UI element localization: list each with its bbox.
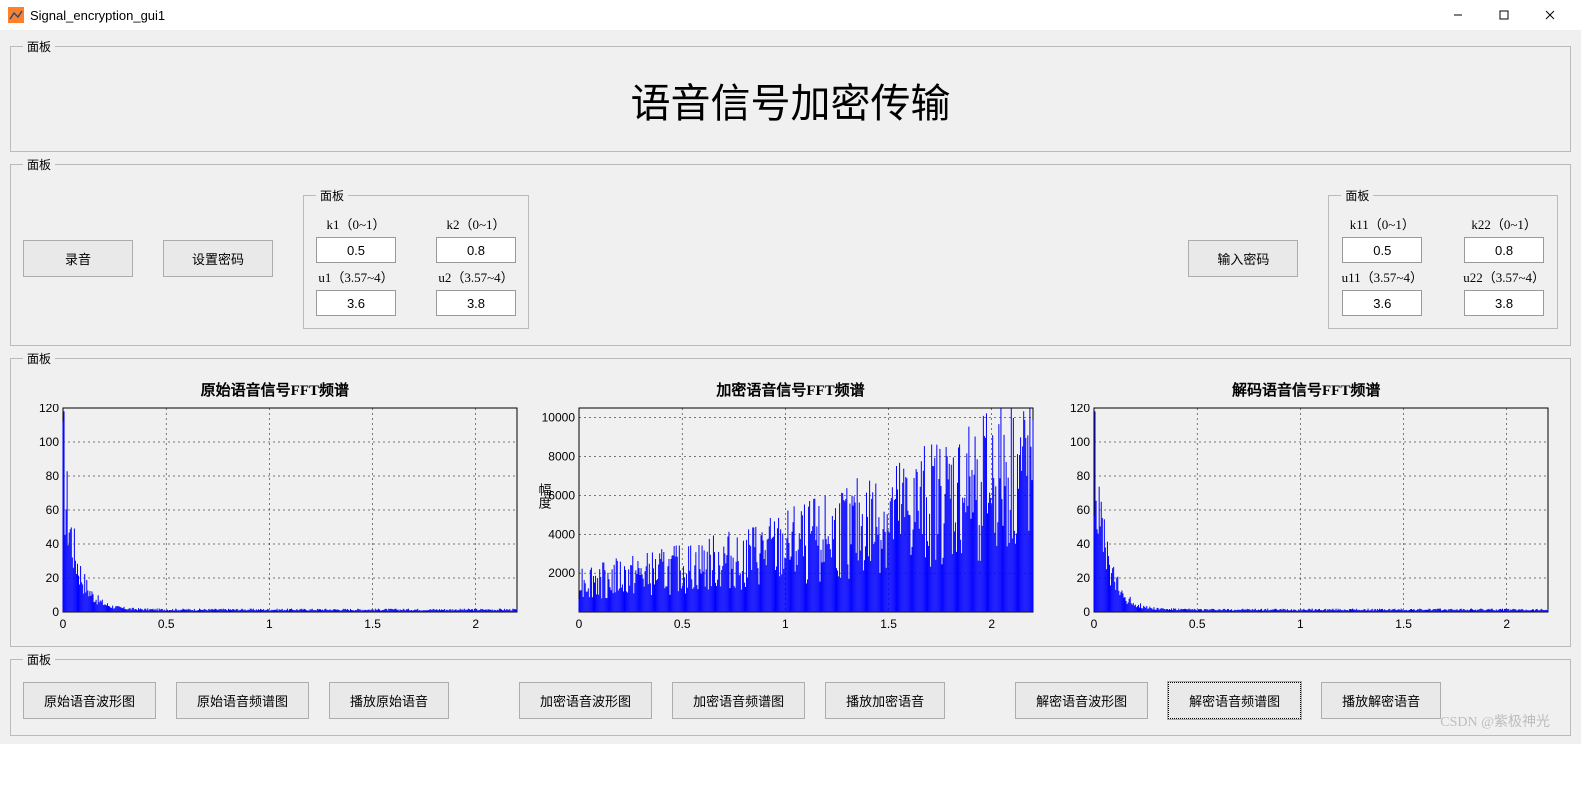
close-button[interactable]	[1527, 0, 1573, 30]
controls-panel: 面板 录音 设置密码 面板 k1（0~1） k2（0~1） u1（3.57~4）…	[10, 156, 1571, 346]
svg-text:1.5: 1.5	[880, 617, 897, 631]
svg-text:40: 40	[1077, 537, 1091, 551]
svg-text:0: 0	[52, 605, 59, 619]
chart-encrypted: 加密语音信号FFT频谱 幅度 00.511.522000400060008000…	[539, 379, 1043, 634]
chart-decoded: 解码语音信号FFT频谱 00.511.52020406080100120	[1054, 379, 1558, 634]
svg-text:80: 80	[46, 469, 60, 483]
svg-text:8000: 8000	[548, 450, 575, 464]
panel-legend: 面板	[23, 350, 55, 367]
chart1-title: 原始语音信号FFT频谱	[201, 379, 349, 400]
u11-input[interactable]	[1342, 290, 1422, 316]
u11-label: u11（3.57~4）	[1342, 267, 1423, 286]
enc-spectrum-button[interactable]: 加密语音频谱图	[672, 682, 805, 719]
svg-text:40: 40	[46, 537, 60, 551]
svg-text:0: 0	[575, 617, 582, 631]
record-button[interactable]: 录音	[23, 240, 133, 277]
svg-text:2: 2	[472, 617, 479, 631]
k1-label: k1（0~1）	[326, 214, 385, 233]
chart2-plot: 00.511.52200040006000800010000	[539, 404, 1039, 634]
k22-input[interactable]	[1464, 237, 1544, 263]
play-orig-button[interactable]: 播放原始语音	[329, 682, 449, 719]
title-panel: 面板 语音信号加密传输	[10, 38, 1571, 152]
buttons-panel: 面板 原始语音波形图 原始语音频谱图 播放原始语音 加密语音波形图 加密语音频谱…	[10, 651, 1571, 736]
k22-label: k22（0~1）	[1471, 214, 1537, 233]
u1-input[interactable]	[316, 290, 396, 316]
window-title: Signal_encryption_gui1	[30, 8, 1435, 23]
svg-text:0: 0	[1084, 605, 1091, 619]
svg-text:0.5: 0.5	[674, 617, 691, 631]
chart3-plot: 00.511.52020406080100120	[1054, 404, 1554, 634]
k11-input[interactable]	[1342, 237, 1422, 263]
u2-input[interactable]	[436, 290, 516, 316]
svg-text:1: 1	[1297, 617, 1304, 631]
svg-text:60: 60	[46, 503, 60, 517]
orig-wave-button[interactable]: 原始语音波形图	[23, 682, 156, 719]
svg-text:2: 2	[988, 617, 995, 631]
u2-label: u2（3.57~4）	[438, 267, 513, 286]
orig-spectrum-button[interactable]: 原始语音频谱图	[176, 682, 309, 719]
u22-input[interactable]	[1464, 290, 1544, 316]
params-right-panel: 面板 k11（0~1） k22（0~1） u11（3.57~4） u22（3.5…	[1328, 187, 1558, 329]
svg-text:20: 20	[46, 571, 60, 585]
svg-text:60: 60	[1077, 503, 1091, 517]
panel-legend: 面板	[23, 651, 55, 668]
params-left-panel: 面板 k1（0~1） k2（0~1） u1（3.57~4） u2（3.57~4）	[303, 187, 529, 329]
window-buttons	[1435, 0, 1573, 30]
svg-text:1: 1	[266, 617, 273, 631]
svg-text:20: 20	[1077, 571, 1091, 585]
svg-text:2: 2	[1504, 617, 1511, 631]
enc-wave-button[interactable]: 加密语音波形图	[519, 682, 652, 719]
svg-text:2000: 2000	[548, 566, 575, 580]
k2-input[interactable]	[436, 237, 516, 263]
panel-legend: 面板	[1341, 187, 1373, 204]
svg-text:1.5: 1.5	[364, 617, 381, 631]
dec-wave-button[interactable]: 解密语音波形图	[1015, 682, 1148, 719]
minimize-button[interactable]	[1435, 0, 1481, 30]
chart3-title: 解码语音信号FFT频谱	[1232, 379, 1380, 400]
play-enc-button[interactable]: 播放加密语音	[825, 682, 945, 719]
set-password-button[interactable]: 设置密码	[163, 240, 273, 277]
dec-spectrum-button[interactable]: 解密语音频谱图	[1168, 682, 1301, 719]
k11-label: k11（0~1）	[1350, 214, 1415, 233]
svg-text:0.5: 0.5	[158, 617, 175, 631]
svg-text:120: 120	[1070, 404, 1090, 415]
titlebar: Signal_encryption_gui1	[0, 0, 1581, 30]
panel-legend: 面板	[23, 156, 55, 173]
svg-text:0.5: 0.5	[1189, 617, 1206, 631]
u1-label: u1（3.57~4）	[318, 267, 393, 286]
svg-text:4000: 4000	[548, 527, 575, 541]
input-password-button[interactable]: 输入密码	[1188, 240, 1298, 277]
svg-text:0: 0	[60, 617, 67, 631]
app-icon	[8, 7, 24, 23]
u22-label: u22（3.57~4）	[1463, 267, 1545, 286]
k1-input[interactable]	[316, 237, 396, 263]
svg-text:1: 1	[782, 617, 789, 631]
chart2-title: 加密语音信号FFT频谱	[716, 379, 864, 400]
chart-original: 原始语音信号FFT频谱 00.511.52020406080100120	[23, 379, 527, 634]
chart2-ylabel: 幅度	[535, 483, 554, 509]
svg-text:1.5: 1.5	[1396, 617, 1413, 631]
maximize-button[interactable]	[1481, 0, 1527, 30]
svg-text:10000: 10000	[541, 411, 575, 425]
charts-panel: 面板 原始语音信号FFT频谱 00.511.52020406080100120 …	[10, 350, 1571, 647]
panel-legend: 面板	[316, 187, 348, 204]
chart1-plot: 00.511.52020406080100120	[23, 404, 523, 634]
main-title: 语音信号加密传输	[23, 65, 1558, 139]
svg-text:100: 100	[1070, 435, 1090, 449]
svg-text:80: 80	[1077, 469, 1091, 483]
panel-legend: 面板	[23, 38, 55, 55]
svg-text:120: 120	[39, 404, 59, 415]
play-dec-button[interactable]: 播放解密语音	[1321, 682, 1441, 719]
k2-label: k2（0~1）	[446, 214, 505, 233]
svg-text:100: 100	[39, 435, 59, 449]
svg-text:0: 0	[1091, 617, 1098, 631]
